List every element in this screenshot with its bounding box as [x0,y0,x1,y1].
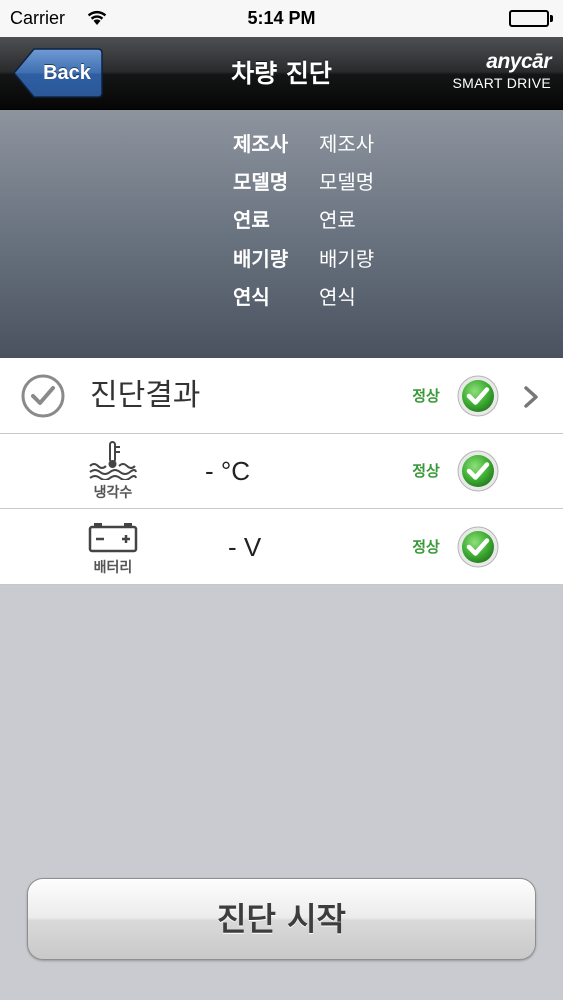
back-button-label: Back [43,62,91,84]
manufacturer-label: 제조사 [233,132,289,156]
brand-logo-text: anycār [486,50,551,73]
coolant-label: 냉각수 [93,485,133,501]
battery-row: 배터리 - V 정상 [0,509,563,585]
result-status-text: 정상 [412,387,440,405]
diagnosis-list: 진단결과 정상 냉각수 - °C 정상 배터리 - V 정상 [0,358,563,585]
start-diagnosis-label: 진단 시작 [217,900,346,938]
model-value: 모델명 [319,170,375,194]
battery-full-icon [509,10,553,27]
diagnosis-result-title: 진단결과 [90,378,201,413]
fuel-label: 연료 [233,208,270,232]
displacement-label: 배기량 [233,247,289,271]
manufacturer-value: 제조사 [319,132,375,156]
displacement-value: 배기량 [319,247,375,271]
year-label: 연식 [233,285,270,309]
ok-check-icon [457,375,499,417]
coolant-value: - °C [205,456,251,486]
check-circle-icon [20,373,66,419]
year-value: 연식 [319,285,356,309]
vehicle-info-panel: 제조사 제조사 모델명 모델명 연료 연료 배기량 배기량 연식 연식 [0,110,563,358]
battery-status-text: 정상 [412,538,440,556]
ok-check-icon [457,526,499,568]
page-title: 차량 진단 [231,59,332,88]
start-diagnosis-button[interactable]: 진단 시작 [27,878,536,960]
coolant-status-text: 정상 [412,462,440,480]
fuel-value: 연료 [319,208,356,232]
brand-logo: anycār SMART DRIVE [441,50,552,96]
navigation-bar: Back 차량 진단 anycār SMART DRIVE [0,37,563,110]
status-bar: Carrier 5:14 PM [0,0,563,37]
diagnosis-result-row[interactable]: 진단결과 정상 [0,358,563,434]
coolant-row: 냉각수 - °C 정상 [0,434,563,509]
ok-check-icon [457,450,499,492]
status-time: 5:14 PM [247,8,316,28]
back-button[interactable]: Back [12,47,104,99]
battery-value: - V [228,532,262,562]
battery-label: 배터리 [93,560,133,576]
brand-tagline: SMART DRIVE [452,75,551,91]
chevron-right-icon [522,385,540,409]
model-label: 모델명 [233,170,289,194]
